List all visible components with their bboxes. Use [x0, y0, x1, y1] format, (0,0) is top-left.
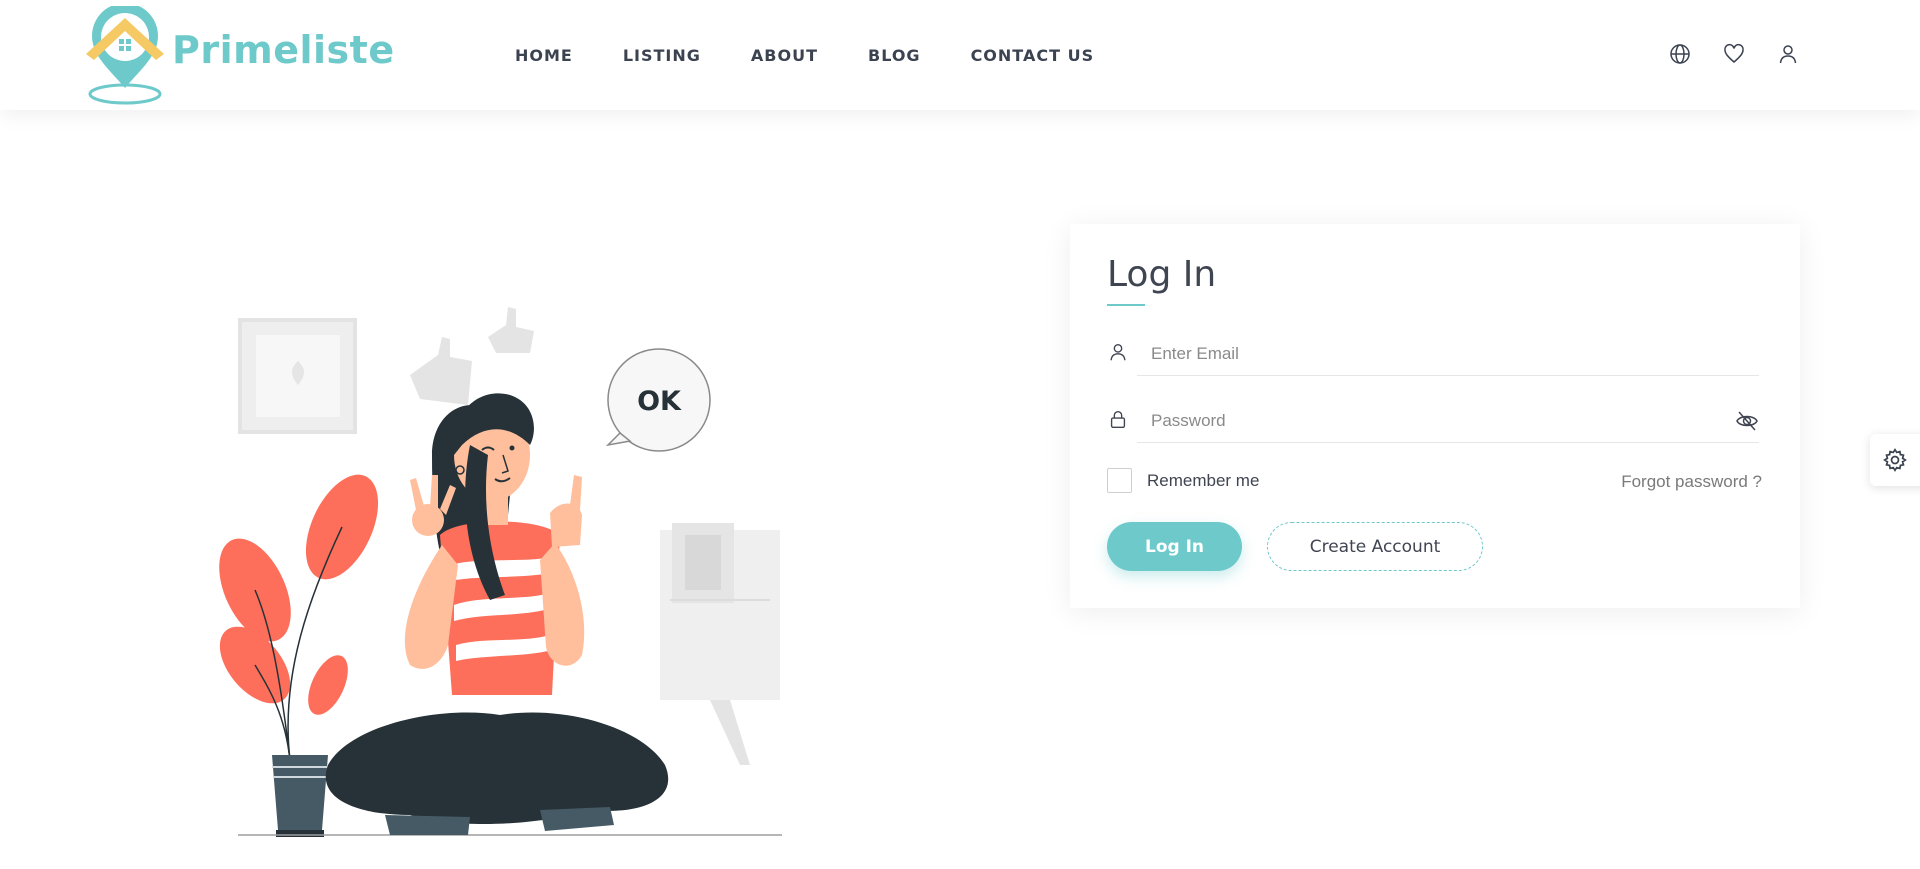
create-account-button[interactable]: Create Account [1267, 522, 1483, 571]
globe-icon[interactable] [1668, 42, 1692, 66]
checkbox-box[interactable] [1107, 468, 1132, 493]
brand-name: Primeliste [172, 28, 395, 72]
eye-slash-icon[interactable] [1735, 410, 1759, 432]
email-input[interactable] [1137, 332, 1759, 376]
password-input[interactable] [1137, 399, 1759, 443]
email-field-row [1107, 332, 1759, 376]
user-icon [1110, 343, 1126, 361]
site-header: Primeliste HOME LISTING ABOUT BLOG CONTA… [0, 0, 1920, 110]
gear-icon [1883, 448, 1907, 472]
login-title: Log In [1107, 254, 1217, 295]
user-icon[interactable] [1776, 42, 1800, 66]
settings-toggle[interactable] [1870, 434, 1920, 486]
login-card: Log In Remember me Forgot password ? Log… [1070, 224, 1800, 608]
speech-bubble-text: OK [637, 386, 682, 417]
remember-me-label: Remember me [1147, 470, 1260, 490]
header-actions [1668, 42, 1800, 66]
nav-blog[interactable]: BLOG [868, 44, 921, 68]
house-logo-icon [86, 6, 164, 105]
title-underline [1107, 304, 1145, 306]
lock-icon [1110, 410, 1126, 428]
brand-logo[interactable]: Primeliste [80, 6, 394, 106]
ok-gesture-illustration: OK [219, 307, 782, 837]
nav-contact-us[interactable]: CONTACT US [971, 44, 1095, 68]
main-nav: HOME LISTING ABOUT BLOG CONTACT US [515, 44, 1144, 68]
password-field-row [1107, 399, 1759, 443]
heart-icon[interactable] [1722, 42, 1746, 66]
nav-about[interactable]: ABOUT [751, 44, 818, 68]
login-button[interactable]: Log In [1107, 522, 1242, 571]
nav-home[interactable]: HOME [515, 44, 573, 68]
nav-listing[interactable]: LISTING [623, 44, 701, 68]
remember-me-checkbox[interactable]: Remember me [1107, 468, 1259, 493]
forgot-password-link[interactable]: Forgot password ? [1621, 472, 1762, 492]
